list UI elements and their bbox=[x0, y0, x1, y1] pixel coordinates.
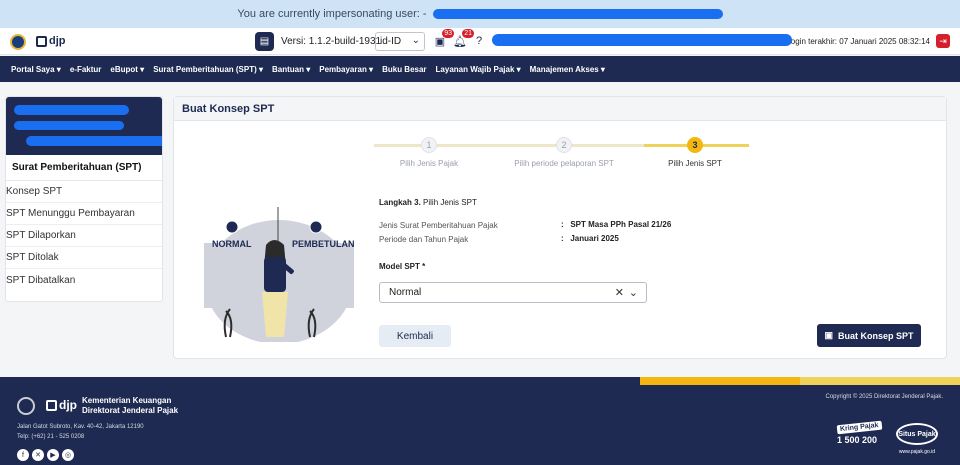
redacted-id bbox=[14, 121, 124, 130]
kring-pajak-logo[interactable]: Kring Pajak 1 500 200 bbox=[836, 420, 882, 461]
page-title: Buat Konsep SPT bbox=[174, 97, 946, 121]
create-draft-label: Buat Konsep SPT bbox=[838, 330, 914, 341]
sidebar-title: Surat Pemberitahuan (SPT) bbox=[6, 155, 162, 181]
language-select[interactable]: id-ID ⌄ bbox=[375, 32, 425, 51]
youtube-icon[interactable]: ▶ bbox=[47, 449, 59, 461]
document-icon[interactable]: ▤ bbox=[255, 32, 274, 51]
model-spt-value: Normal bbox=[389, 287, 422, 298]
step-heading: Langkah 3. Pilih Jenis SPT bbox=[379, 198, 477, 207]
footer-address: Jalan Gatot Subroto, Kav. 40-42, Jakarta… bbox=[17, 424, 144, 440]
periode-value: : Januari 2025 bbox=[561, 234, 619, 243]
sidebar-item-spt-menunggu-pembayaran[interactable]: SPT Menunggu Pembayaran bbox=[6, 203, 162, 225]
copyright-text: Copyright © 2025 Direktorat Jenderal Paj… bbox=[825, 394, 943, 400]
profile-card bbox=[6, 97, 162, 155]
sidebar-item-konsep-spt[interactable]: Konsep SPT bbox=[6, 181, 162, 203]
illus-normal-label: NORMAL bbox=[212, 239, 252, 249]
nav-pembayaran[interactable]: Pembayaran ▾ bbox=[319, 65, 373, 74]
nav-spt[interactable]: Surat Pemberitahuan (SPT) ▾ bbox=[153, 65, 263, 74]
facebook-icon[interactable]: f bbox=[17, 449, 29, 461]
chevron-down-icon[interactable]: ⌄ bbox=[629, 286, 638, 299]
footer: djp Kementerian Keuangan Direktorat Jend… bbox=[0, 377, 960, 465]
sidebar: Surat Pemberitahuan (SPT) Konsep SPT SPT… bbox=[5, 96, 163, 302]
footer-djp-logo: djp bbox=[46, 398, 77, 412]
jenis-spt-value: : SPT Masa PPh Pasal 21/26 bbox=[561, 220, 672, 229]
language-value: id-ID bbox=[380, 36, 402, 47]
model-spt-select[interactable]: Normal ✕ ⌄ bbox=[379, 282, 647, 303]
situs-pajak-logo[interactable]: Situs Pajak www.pajak.go.id bbox=[892, 423, 942, 461]
redacted-user-info bbox=[492, 34, 792, 46]
social-links: f ✕ ▶ ◎ bbox=[17, 449, 74, 461]
x-icon[interactable]: ✕ bbox=[32, 449, 44, 461]
instagram-icon[interactable]: ◎ bbox=[62, 449, 74, 461]
impersonation-text: You are currently impersonating user: - bbox=[237, 8, 427, 20]
top-bar: djp ▤ Versi: 1.1.2-build-1931 id-ID ⌄ ▣ 9… bbox=[0, 28, 960, 55]
step-2-circle: 2 bbox=[556, 137, 572, 153]
nav-bantuan[interactable]: Bantuan ▾ bbox=[272, 65, 310, 74]
step-3-label: Pilih Jenis SPT bbox=[668, 159, 722, 168]
back-button[interactable]: Kembali bbox=[379, 325, 451, 347]
footer-org: Kementerian Keuangan Direktorat Jenderal… bbox=[82, 396, 179, 415]
create-draft-button[interactable]: ▣ Buat Konsep SPT bbox=[817, 324, 921, 347]
nav-e-faktur[interactable]: e-Faktur bbox=[70, 65, 102, 74]
nav-manajemen-akses[interactable]: Manajemen Akses ▾ bbox=[530, 65, 605, 74]
notification-icon[interactable]: ▣ 93 bbox=[433, 29, 454, 48]
help-icon[interactable]: ? bbox=[472, 34, 486, 48]
redacted-name bbox=[14, 105, 129, 115]
model-spt-label: Model SPT * bbox=[379, 262, 426, 271]
logout-icon[interactable]: ⇥ bbox=[936, 34, 950, 48]
step-2-label: Pilih periode pelaporan SPT bbox=[514, 159, 614, 168]
sidebar-item-spt-dilaporkan[interactable]: SPT Dilaporkan bbox=[6, 225, 162, 247]
step-1-circle: 1 bbox=[421, 137, 437, 153]
version-text: Versi: 1.1.2-build-1931 bbox=[281, 36, 382, 47]
sidebar-item-spt-dibatalkan[interactable]: SPT Dibatalkan bbox=[6, 269, 162, 291]
step-1-label: Pilih Jenis Pajak bbox=[399, 159, 459, 168]
periode-label: Periode dan Tahun Pajak bbox=[379, 235, 469, 244]
stepper: 1 Pilih Jenis Pajak 2 Pilih periode pela… bbox=[374, 137, 754, 173]
illus-pembetulan-label: PEMBETULAN bbox=[292, 239, 354, 249]
djp-logo[interactable]: djp bbox=[36, 35, 66, 47]
main-card: Buat Konsep SPT 1 Pilih Jenis Pajak 2 Pi… bbox=[173, 96, 947, 359]
step-3-circle: 3 bbox=[687, 137, 703, 153]
nav-layanan-wajib-pajak[interactable]: Layanan Wajib Pajak ▾ bbox=[436, 65, 521, 74]
nav-ebupot[interactable]: eBupot ▾ bbox=[110, 65, 144, 74]
bell-icon[interactable]: 🔔︎ 21 bbox=[453, 29, 474, 48]
nav-buku-besar[interactable]: Buku Besar bbox=[382, 65, 426, 74]
chevron-down-icon: ⌄ bbox=[411, 35, 420, 46]
nav-portal-saya[interactable]: Portal Saya ▾ bbox=[11, 65, 61, 74]
kemenkeu-emblem-icon bbox=[10, 34, 26, 50]
clear-icon[interactable]: ✕ bbox=[615, 286, 624, 299]
impersonation-banner: You are currently impersonating user: - bbox=[0, 0, 960, 28]
redacted-username bbox=[432, 9, 723, 19]
redacted-detail bbox=[26, 136, 162, 146]
jenis-spt-label: Jenis Surat Pemberitahuan Pajak bbox=[379, 221, 498, 230]
main-nav: Portal Saya ▾ e-Faktur eBupot ▾ Surat Pe… bbox=[0, 56, 960, 82]
save-icon: ▣ bbox=[824, 330, 833, 340]
spt-model-illustration: NORMAL PEMBETULAN bbox=[204, 207, 354, 342]
kemenkeu-emblem-icon bbox=[17, 397, 35, 415]
footer-stripe-light bbox=[800, 377, 960, 385]
last-login-text: Login terakhir: 07 Januari 2025 08:32:14 bbox=[786, 37, 930, 46]
sidebar-item-spt-ditolak[interactable]: SPT Ditolak bbox=[6, 247, 162, 269]
